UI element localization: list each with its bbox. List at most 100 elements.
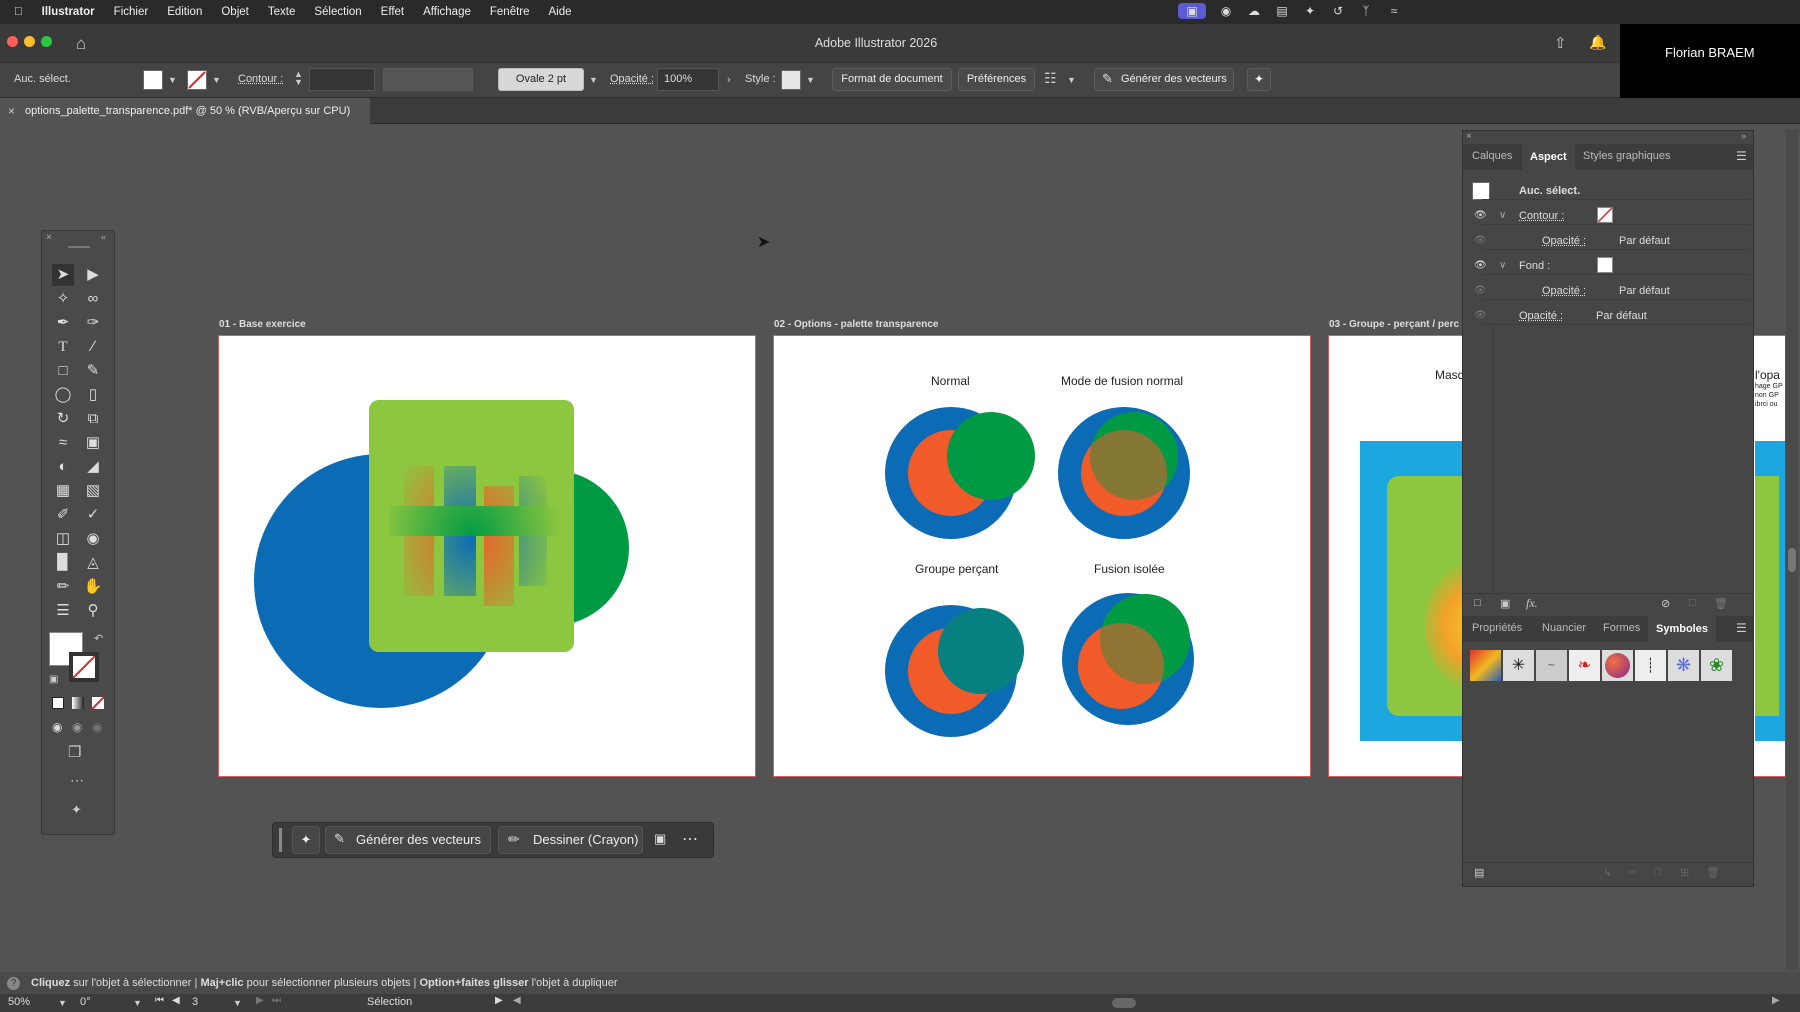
symbol-leaf-icon[interactable]: ❀ — [1701, 650, 1732, 681]
creative-cloud-icon[interactable]: ☁ — [1246, 3, 1262, 19]
brush-definition[interactable]: Ovale 2 pt — [498, 68, 584, 91]
stroke-label[interactable]: Contour : — [238, 73, 283, 85]
slice-tool-icon[interactable]: ✏ — [52, 576, 74, 598]
symbol-libraries-icon[interactable]: ▤ — [1474, 866, 1484, 879]
generative-tool-icon[interactable]: ✦ — [71, 802, 82, 818]
last-artboard-icon[interactable]: ⏭ — [272, 995, 281, 1006]
menu-edition[interactable]: Edition — [167, 6, 202, 18]
current-tool-status[interactable]: Sélection — [367, 996, 412, 1008]
symbol-sphere-icon[interactable] — [1602, 650, 1633, 681]
tab-proprietes[interactable]: Propriétés — [1472, 622, 1522, 634]
gradient-tool-icon[interactable]: ▧ — [82, 480, 104, 502]
artboard-3-label[interactable]: 03 - Groupe - perçant / perce — [1329, 319, 1459, 330]
rotation-dropdown-icon[interactable]: ▼ — [133, 998, 142, 1008]
warp-tool-icon[interactable]: ≈ — [52, 432, 74, 454]
notifications-icon[interactable]: 🔔 — [1589, 34, 1606, 51]
artboard-2-label[interactable]: 02 - Options - palette transparence — [774, 319, 939, 330]
clear-appearance-icon[interactable]: ⊘ — [1661, 597, 1670, 610]
tab-styles-graphiques[interactable]: Styles graphiques — [1583, 150, 1670, 162]
scroll-right-icon[interactable]: ▶ — [1772, 995, 1780, 1006]
sparkle-icon[interactable]: ✦ — [1302, 3, 1318, 19]
zoom-dropdown-icon[interactable]: ▼ — [58, 998, 67, 1008]
symbol-flower-icon[interactable]: ❋ — [1668, 650, 1699, 681]
menu-illustrator[interactable]: Illustrator — [42, 6, 95, 18]
break-link-icon[interactable]: ∞ — [1628, 866, 1636, 878]
curvature-tool-icon[interactable]: ✑ — [82, 312, 104, 334]
screen-share-icon[interactable]: ▣ — [1178, 3, 1206, 19]
stroke-weight-field[interactable] — [309, 68, 375, 91]
rotate-tool-icon[interactable]: ↻ — [52, 408, 74, 430]
scale-tool-icon[interactable]: ⧉ — [82, 408, 104, 430]
artboard-dropdown-icon[interactable]: ▼ — [233, 998, 242, 1008]
prev-artboard-icon[interactable]: ◀ — [172, 995, 180, 1006]
task-bar-lock-icon[interactable]: ▣ — [654, 831, 666, 847]
label-isolated[interactable]: Fusion isolée — [1094, 562, 1165, 576]
draw-inside-icon[interactable]: ◉ — [92, 720, 102, 734]
panel-menu-icon[interactable]: ☰ — [1736, 149, 1747, 163]
artboard-4-edge[interactable]: l'opa hage GP non GP ibrci ou — [1755, 336, 1785, 776]
label-knockout[interactable]: Groupe perçant — [915, 562, 998, 576]
scroll-left-icon[interactable]: ◀ — [513, 995, 521, 1006]
ai-wand-icon[interactable]: ✦ — [1247, 68, 1271, 91]
duplicate-item-icon[interactable]: □ — [1689, 597, 1696, 609]
collapse-panel-icon[interactable]: » — [1741, 131, 1746, 141]
task-bar-ai-icon[interactable]: ✦ — [292, 826, 320, 854]
hand-tool-icon[interactable]: ✋ — [82, 576, 104, 598]
more-tools-icon[interactable]: ⋯ — [70, 772, 84, 789]
print-tiling-tool-icon[interactable]: ☰ — [52, 600, 74, 622]
delete-item-icon[interactable]: 🗑 — [1714, 597, 1728, 610]
symbol-banner-icon[interactable]: ∼ — [1536, 650, 1567, 681]
help-icon[interactable]: ? — [7, 977, 20, 990]
horizontal-scroll-thumb[interactable] — [1112, 998, 1136, 1008]
swap-colors-icon[interactable]: ↶ — [94, 632, 103, 645]
brush-dropdown-icon[interactable]: ▼ — [589, 75, 598, 85]
stroke-color-box[interactable] — [69, 652, 99, 682]
menu-objet[interactable]: Objet — [221, 6, 249, 18]
add-fill-icon[interactable]: ▣ — [1500, 597, 1510, 610]
task-bar-more-icon[interactable]: ⋯ — [682, 829, 698, 849]
opacity-label[interactable]: Opacité : — [610, 73, 654, 85]
new-symbol-icon[interactable]: ⊞ — [1680, 866, 1689, 879]
artboard-3-text[interactable]: Masq — [1435, 368, 1464, 382]
lasso-tool-icon[interactable]: ∞ — [82, 288, 104, 310]
selection-tool-icon[interactable]: ➤ — [52, 264, 74, 286]
chat-icon[interactable]: ◉ — [1218, 3, 1234, 19]
rotation-value[interactable]: 0° — [80, 996, 91, 1008]
time-machine-icon[interactable]: ↺ — [1330, 3, 1346, 19]
screen-mode-icon[interactable]: ❐ — [68, 743, 81, 761]
close-window-button[interactable] — [7, 36, 18, 47]
close-tab-icon[interactable]: × — [8, 104, 15, 118]
tab-calques[interactable]: Calques — [1472, 150, 1512, 162]
stroke-stepper-icon[interactable]: ▲ ▼ — [294, 70, 303, 87]
artboard-1-label[interactable]: 01 - Base exercice — [219, 319, 306, 330]
close-tools-icon[interactable]: × — [46, 232, 52, 243]
isolated-blend-example[interactable] — [1062, 593, 1194, 725]
zoom-level[interactable]: 50% — [8, 996, 30, 1008]
preferences-button[interactable]: Préférences — [958, 68, 1035, 91]
collapse-tools-icon[interactable]: « — [101, 232, 106, 242]
artboard-1[interactable] — [218, 335, 756, 777]
symbols-menu-icon[interactable]: ☰ — [1736, 621, 1747, 635]
vertical-scroll-thumb[interactable] — [1788, 548, 1796, 572]
document-tab[interactable]: options_palette_transparence.pdf* @ 50 %… — [0, 98, 370, 124]
align-dropdown-icon[interactable]: ▼ — [1067, 75, 1076, 85]
color-mode-icon[interactable] — [52, 697, 64, 709]
menu-fichier[interactable]: Fichier — [114, 6, 149, 18]
apple-icon[interactable]:  — [14, 6, 23, 18]
fill-swatch[interactable] — [143, 70, 163, 90]
dock-icon[interactable]: ▤ — [1274, 3, 1290, 19]
variable-width-field[interactable] — [383, 68, 473, 91]
tools-grip[interactable] — [68, 246, 90, 248]
gradient-mode-icon[interactable] — [72, 697, 84, 709]
menu-texte[interactable]: Texte — [268, 6, 296, 18]
draw-normal-icon[interactable]: ◉ — [52, 720, 62, 734]
wifi-icon[interactable]: ≈ — [1386, 3, 1402, 19]
type-tool-icon[interactable]: T — [52, 336, 74, 358]
paintbrush-tool-icon[interactable]: ✎ — [82, 360, 104, 382]
pen-tool-icon[interactable]: ✒ — [52, 312, 74, 334]
opacity-field[interactable]: 100% — [657, 68, 719, 91]
share-icon[interactable]: ⇧ — [1554, 34, 1567, 52]
column-graph-tool-icon[interactable]: ▉ — [52, 552, 74, 574]
free-transform-tool-icon[interactable]: ▣ — [82, 432, 104, 454]
opacity-arrow-icon[interactable]: › — [727, 74, 731, 86]
